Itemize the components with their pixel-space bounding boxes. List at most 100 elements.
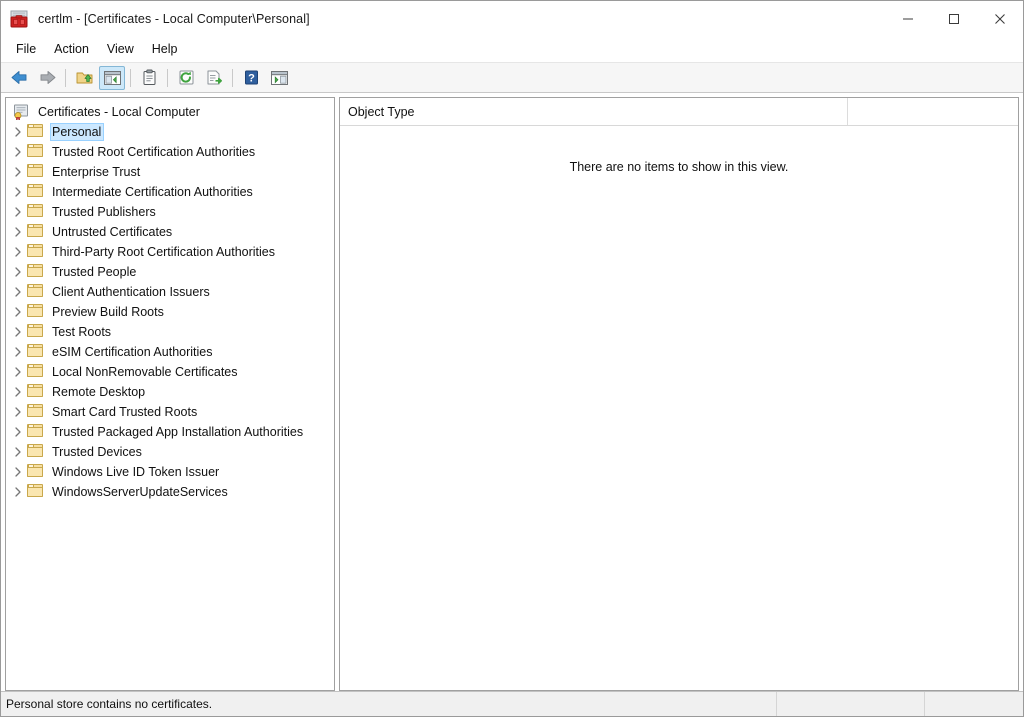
chevron-right-icon[interactable] xyxy=(10,464,26,480)
close-button[interactable] xyxy=(977,1,1023,36)
show-hide-console-tree-icon[interactable] xyxy=(99,65,125,90)
up-one-level-icon[interactable] xyxy=(71,66,97,90)
tree-item-local-nonremovable-certificates[interactable]: Local NonRemovable Certificates xyxy=(6,362,334,382)
tree-item-label: Trusted Packaged App Installation Author… xyxy=(52,425,304,439)
chevron-right-icon[interactable] xyxy=(10,204,26,220)
chevron-right-icon[interactable] xyxy=(10,284,26,300)
result-list-pane[interactable]: Object Type There are no items to show i… xyxy=(339,97,1019,691)
chevron-right-icon[interactable] xyxy=(10,144,26,160)
folder-icon xyxy=(27,224,45,240)
menu-action[interactable]: Action xyxy=(45,38,98,60)
empty-view-message: There are no items to show in this view. xyxy=(569,160,789,174)
tree-item-label: Test Roots xyxy=(52,325,112,339)
back-icon[interactable] xyxy=(6,66,32,90)
tree-item-label: eSIM Certification Authorities xyxy=(52,345,213,359)
column-header-blank[interactable] xyxy=(848,98,1018,125)
chevron-right-icon[interactable] xyxy=(10,224,26,240)
tree-item-enterprise-trust[interactable]: Enterprise Trust xyxy=(6,162,334,182)
chevron-right-icon[interactable] xyxy=(10,344,26,360)
tree-root-certificates-local-computer[interactable]: Certificates - Local Computer xyxy=(6,102,334,122)
chevron-right-icon[interactable] xyxy=(10,384,26,400)
tree-item-windows-live-id-token-issuer[interactable]: Windows Live ID Token Issuer xyxy=(6,462,334,482)
chevron-right-icon[interactable] xyxy=(10,404,26,420)
maximize-button[interactable] xyxy=(931,1,977,36)
tree-item-personal[interactable]: Personal xyxy=(6,122,334,142)
tree-item-trusted-people[interactable]: Trusted People xyxy=(6,262,334,282)
folder-icon xyxy=(27,164,45,180)
main-content: Certificates - Local Computer Personal T… xyxy=(1,93,1023,691)
folder-icon xyxy=(27,324,45,340)
tree-item-trusted-packaged-app-installation-authorities[interactable]: Trusted Packaged App Installation Author… xyxy=(6,422,334,442)
chevron-right-icon[interactable] xyxy=(10,364,26,380)
toolbar-separator xyxy=(130,68,131,87)
menu-view[interactable]: View xyxy=(98,38,143,60)
tree-item-preview-build-roots[interactable]: Preview Build Roots xyxy=(6,302,334,322)
tree-item-label: Trusted Publishers xyxy=(52,205,156,219)
folder-icon xyxy=(27,244,45,260)
tree-item-windowsserverupdateservices[interactable]: WindowsServerUpdateServices xyxy=(6,482,334,502)
refresh-icon[interactable] xyxy=(173,66,199,90)
tree-item-third-party-root-certification-authorities[interactable]: Third-Party Root Certification Authoriti… xyxy=(6,242,334,262)
chevron-right-icon[interactable] xyxy=(10,304,26,320)
tree-item-trusted-devices[interactable]: Trusted Devices xyxy=(6,442,334,462)
tree-item-esim-certification-authorities[interactable]: eSIM Certification Authorities xyxy=(6,342,334,362)
certificate-store-icon xyxy=(13,104,31,121)
folder-icon xyxy=(27,344,45,360)
tree-item-untrusted-certificates[interactable]: Untrusted Certificates xyxy=(6,222,334,242)
chevron-right-icon[interactable] xyxy=(10,484,26,500)
status-segment-2 xyxy=(777,692,925,716)
chevron-right-icon[interactable] xyxy=(10,164,26,180)
console-tree-pane[interactable]: Certificates - Local Computer Personal T… xyxy=(5,97,335,691)
chevron-right-icon[interactable] xyxy=(10,444,26,460)
folder-icon xyxy=(27,404,45,420)
tree-item-trusted-publishers[interactable]: Trusted Publishers xyxy=(6,202,334,222)
show-hide-action-pane-icon[interactable] xyxy=(266,66,292,90)
menu-file[interactable]: File xyxy=(7,38,45,60)
export-list-icon[interactable] xyxy=(201,66,227,90)
status-message: Personal store contains no certificates. xyxy=(1,692,777,716)
window-title: certlm - [Certificates - Local Computer\… xyxy=(38,11,310,26)
folder-icon xyxy=(27,484,45,500)
tree-item-client-authentication-issuers[interactable]: Client Authentication Issuers xyxy=(6,282,334,302)
chevron-right-icon[interactable] xyxy=(10,124,26,140)
tree-item-smart-card-trusted-roots[interactable]: Smart Card Trusted Roots xyxy=(6,402,334,422)
folder-icon xyxy=(27,384,45,400)
chevron-right-icon[interactable] xyxy=(10,324,26,340)
menu-help[interactable]: Help xyxy=(143,38,187,60)
chevron-right-icon[interactable] xyxy=(10,244,26,260)
folder-icon xyxy=(27,264,45,280)
folder-icon xyxy=(27,124,45,140)
toolbar: ? xyxy=(1,63,1023,93)
forward-icon[interactable] xyxy=(34,66,60,90)
tree-item-remote-desktop[interactable]: Remote Desktop xyxy=(6,382,334,402)
tree-item-label: Remote Desktop xyxy=(52,385,146,399)
window-controls xyxy=(885,1,1023,36)
minimize-button[interactable] xyxy=(885,1,931,36)
list-body[interactable]: There are no items to show in this view. xyxy=(340,126,1018,690)
folder-icon xyxy=(27,364,45,380)
tree-item-test-roots[interactable]: Test Roots xyxy=(6,322,334,342)
certificate-store-icon xyxy=(8,8,30,30)
folder-icon xyxy=(27,464,45,480)
chevron-right-icon[interactable] xyxy=(10,184,26,200)
tree-item-label: Intermediate Certification Authorities xyxy=(52,185,253,199)
properties-icon[interactable] xyxy=(136,66,162,90)
chevron-right-icon[interactable] xyxy=(10,424,26,440)
column-header-object-type[interactable]: Object Type xyxy=(340,98,848,125)
tree-item-label: Enterprise Trust xyxy=(52,165,141,179)
help-icon[interactable]: ? xyxy=(238,66,264,90)
tree-item-label: Local NonRemovable Certificates xyxy=(52,365,238,379)
tree-item-intermediate-certification-authorities[interactable]: Intermediate Certification Authorities xyxy=(6,182,334,202)
folder-icon xyxy=(27,284,45,300)
folder-icon xyxy=(27,204,45,220)
tree-item-label: Windows Live ID Token Issuer xyxy=(52,465,220,479)
tree-item-label: Client Authentication Issuers xyxy=(52,285,210,299)
folder-icon xyxy=(27,444,45,460)
tree-item-label: Trusted People xyxy=(52,265,137,279)
tree-item-label: Smart Card Trusted Roots xyxy=(52,405,198,419)
folder-icon xyxy=(27,424,45,440)
toolbar-separator xyxy=(167,68,168,87)
tree-item-trusted-root-certification-authorities[interactable]: Trusted Root Certification Authorities xyxy=(6,142,334,162)
certlm-window: certlm - [Certificates - Local Computer\… xyxy=(0,0,1024,717)
chevron-right-icon[interactable] xyxy=(10,264,26,280)
